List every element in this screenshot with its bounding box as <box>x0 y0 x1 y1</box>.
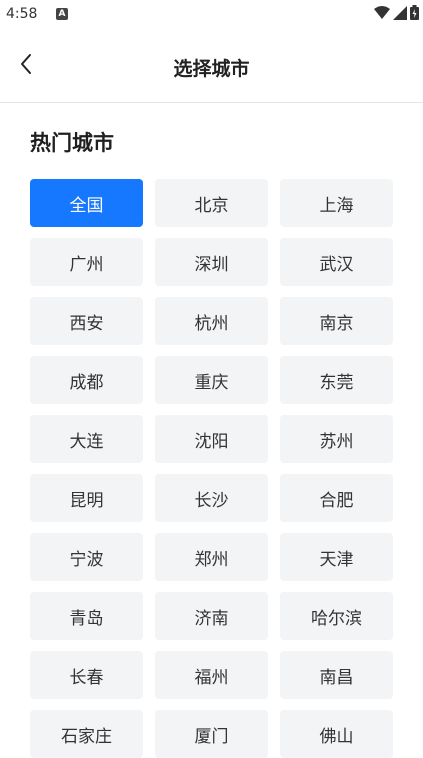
hot-cities-title: 热门城市 <box>30 131 114 155</box>
city-option[interactable]: 深圳 <box>155 238 268 286</box>
wifi-icon <box>374 5 390 24</box>
city-option[interactable]: 西安 <box>30 297 143 345</box>
city-option[interactable]: 合肥 <box>280 474 393 522</box>
status-icons <box>374 4 419 24</box>
city-option[interactable]: 济南 <box>155 592 268 640</box>
city-option[interactable]: 南昌 <box>280 651 393 699</box>
city-option[interactable]: 哈尔滨 <box>280 592 393 640</box>
nav-bar: 选择城市 <box>0 30 423 103</box>
notification-icon: A <box>56 8 68 20</box>
city-option[interactable]: 苏州 <box>280 415 393 463</box>
city-option[interactable]: 大连 <box>30 415 143 463</box>
city-option[interactable]: 郑州 <box>155 533 268 581</box>
status-time: 4:58 <box>6 6 38 22</box>
city-option[interactable]: 宁波 <box>30 533 143 581</box>
city-option[interactable]: 成都 <box>30 356 143 404</box>
hot-cities-grid: 全国 北京 上海广州 深圳 武汉西安 杭州 南京成都 重庆 东莞大连 沈阳 苏州昆明 长沙 合肥宁波 郑州… <box>30 179 393 758</box>
city-option[interactable]: 昆明 <box>30 474 143 522</box>
city-option[interactable]: 厦门 <box>155 710 268 758</box>
city-option[interactable]: 福州 <box>155 651 268 699</box>
city-option[interactable]: 全国 <box>30 179 143 227</box>
city-option[interactable]: 佛山 <box>280 710 393 758</box>
city-option[interactable]: 杭州 <box>155 297 268 345</box>
city-option[interactable]: 青岛 <box>30 592 143 640</box>
page-title: 选择城市 <box>173 58 250 80</box>
city-option[interactable]: 长沙 <box>155 474 268 522</box>
city-option[interactable]: 沈阳 <box>155 415 268 463</box>
city-option[interactable]: 北京 <box>155 179 268 227</box>
city-option[interactable]: 武汉 <box>280 238 393 286</box>
city-option[interactable]: 长春 <box>30 651 143 699</box>
city-option[interactable]: 南京 <box>280 297 393 345</box>
city-option[interactable]: 石家庄 <box>30 710 143 758</box>
battery-icon <box>410 4 419 24</box>
city-option[interactable]: 广州 <box>30 238 143 286</box>
city-option[interactable]: 上海 <box>280 179 393 227</box>
city-option[interactable]: 东莞 <box>280 356 393 404</box>
city-option[interactable]: 天津 <box>280 533 393 581</box>
status-bar: 4:58 A <box>0 0 423 30</box>
signal-icon <box>393 5 407 24</box>
city-option[interactable]: 重庆 <box>155 356 268 404</box>
